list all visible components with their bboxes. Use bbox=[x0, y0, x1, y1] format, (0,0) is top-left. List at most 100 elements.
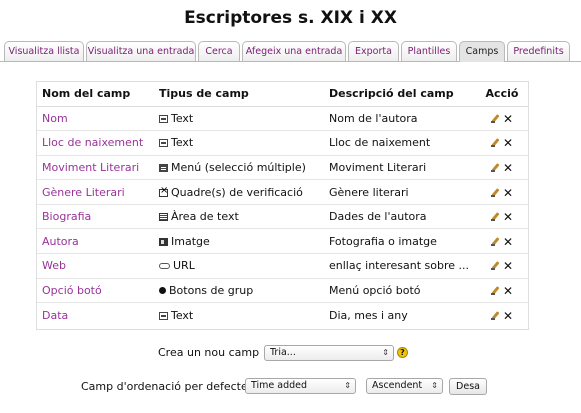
field-type: Imatge bbox=[154, 228, 324, 255]
field-actions: ✕ bbox=[476, 179, 528, 205]
field-actions: ✕ bbox=[476, 253, 528, 279]
field-type: Botons de grup bbox=[154, 278, 324, 304]
tab-view-single[interactable]: Visualitza una entrada bbox=[86, 41, 196, 61]
create-field-label: Crea un nou camp bbox=[158, 346, 260, 359]
edit-icon[interactable] bbox=[490, 163, 500, 172]
field-name-link[interactable]: Data bbox=[37, 303, 154, 328]
chevron-updown-icon: ⇕ bbox=[344, 381, 351, 390]
tab-templates[interactable]: Plantilles bbox=[401, 41, 457, 61]
field-actions: ✕ bbox=[476, 130, 528, 156]
edit-icon[interactable] bbox=[490, 212, 500, 222]
field-type: Text bbox=[154, 130, 324, 156]
delete-icon[interactable]: ✕ bbox=[503, 236, 513, 248]
field-type-label: Text bbox=[171, 136, 194, 150]
field-description: Menú opció botó bbox=[324, 278, 476, 304]
edit-icon[interactable] bbox=[490, 188, 500, 197]
field-name-link[interactable]: Biografia bbox=[37, 204, 154, 230]
image-icon bbox=[159, 237, 168, 246]
delete-icon[interactable]: ✕ bbox=[503, 310, 513, 322]
checkbox-icon bbox=[159, 185, 168, 197]
field-type-label: Text bbox=[171, 308, 194, 322]
field-description: enllaç interesant sobre ... bbox=[324, 253, 476, 279]
delete-icon[interactable]: ✕ bbox=[503, 285, 513, 297]
textarea-icon bbox=[159, 213, 168, 222]
menu-icon bbox=[159, 163, 168, 172]
field-name-link[interactable]: Autora bbox=[37, 228, 154, 255]
edit-icon[interactable] bbox=[490, 261, 500, 271]
field-type-label: Àrea de text bbox=[171, 210, 239, 224]
field-name-link[interactable]: Lloc de naixement bbox=[37, 130, 154, 156]
fields-table: Nom del camp Tipus de camp Descripció de… bbox=[36, 81, 529, 330]
create-field-select-value: Tria... bbox=[270, 347, 296, 358]
field-type-label: Botons de grup bbox=[169, 283, 254, 297]
field-type-label: Quadre(s) de verificació bbox=[171, 185, 303, 199]
field-description: Moviment Literari bbox=[324, 155, 476, 181]
edit-icon[interactable] bbox=[490, 237, 500, 246]
field-type: Menú (selecció múltiple) bbox=[154, 155, 324, 181]
field-name-link[interactable]: Moviment Literari bbox=[37, 155, 154, 181]
delete-icon[interactable]: ✕ bbox=[503, 211, 513, 223]
tab-bar: Visualitza llista Visualitza una entrada… bbox=[0, 41, 581, 62]
field-description: Fotografia o imatge bbox=[324, 228, 476, 255]
edit-icon[interactable] bbox=[490, 114, 500, 123]
table-row: Moviment Literari Menú (selecció múltipl… bbox=[37, 155, 528, 181]
delete-icon[interactable]: ✕ bbox=[503, 113, 513, 125]
header-field-name: Nom del camp bbox=[37, 82, 154, 107]
header-action: Acció bbox=[476, 82, 528, 107]
field-type: Quadre(s) de verificació bbox=[154, 179, 324, 205]
table-row: Gènere Literari Quadre(s) de verificació… bbox=[37, 179, 528, 205]
field-type: URL bbox=[154, 253, 324, 279]
table-row: Data Text Dia, mes i any ✕ bbox=[37, 303, 528, 328]
delete-icon[interactable]: ✕ bbox=[503, 187, 513, 199]
field-name-link[interactable]: Web bbox=[37, 253, 154, 279]
field-name-link[interactable]: Nom bbox=[37, 106, 154, 132]
field-actions: ✕ bbox=[476, 228, 528, 255]
edit-icon[interactable] bbox=[490, 286, 500, 295]
delete-icon[interactable]: ✕ bbox=[503, 162, 513, 174]
field-description: Dia, mes i any bbox=[329, 308, 408, 322]
field-description: Dades de l'autora bbox=[324, 204, 476, 230]
field-type: Text bbox=[154, 106, 324, 132]
field-actions: ✕ bbox=[476, 106, 528, 132]
field-type: Text bbox=[154, 303, 324, 328]
table-row: Nom Text Nom de l'autora ✕ bbox=[37, 106, 528, 132]
edit-icon[interactable] bbox=[490, 311, 500, 320]
table-row: Lloc de naixement Text Lloc de naixement… bbox=[37, 130, 528, 156]
text-icon bbox=[159, 311, 168, 320]
sort-field-select-value: Time added bbox=[251, 380, 308, 391]
field-description: Gènere literari bbox=[324, 179, 476, 205]
table-row: Opció botó Botons de grup Menú opció bot… bbox=[37, 278, 528, 304]
table-header-row: Nom del camp Tipus de camp Descripció de… bbox=[37, 82, 528, 107]
table-row: Web URL enllaç interesant sobre ... ✕ bbox=[37, 253, 528, 279]
tab-view-list[interactable]: Visualitza llista bbox=[4, 41, 84, 61]
tab-presets[interactable]: Predefinits bbox=[507, 41, 570, 61]
field-type-label: Menú (selecció múltiple) bbox=[171, 160, 306, 174]
page-title: Escriptores s. XIX i XX bbox=[184, 8, 397, 28]
field-name-link[interactable]: Opció botó bbox=[37, 278, 154, 304]
tab-add-entry[interactable]: Afegeix una entrada bbox=[242, 41, 346, 61]
field-type-label: Text bbox=[171, 111, 194, 125]
sort-field-select[interactable]: Time added ⇕ bbox=[245, 378, 356, 394]
create-field-select[interactable]: Tria... ⇕ bbox=[264, 345, 394, 361]
field-description: Nom de l'autora bbox=[324, 106, 476, 132]
save-button[interactable]: Desa bbox=[449, 378, 487, 395]
tab-fields[interactable]: Camps bbox=[459, 41, 505, 62]
help-icon[interactable]: ? bbox=[397, 347, 408, 358]
sort-order-select-value: Ascendent bbox=[372, 380, 423, 391]
tab-export[interactable]: Exporta bbox=[348, 41, 399, 61]
field-name-link[interactable]: Gènere Literari bbox=[37, 179, 154, 205]
tab-search[interactable]: Cerca bbox=[198, 41, 240, 61]
field-description: Lloc de naixement bbox=[324, 130, 476, 156]
field-type-label: Imatge bbox=[171, 234, 210, 248]
table-row: Autora Imatge Fotografia o imatge ✕ bbox=[37, 228, 528, 255]
radio-icon bbox=[159, 286, 166, 294]
header-field-type: Tipus de camp bbox=[154, 82, 324, 107]
field-type: Àrea de text bbox=[154, 204, 324, 230]
chevron-updown-icon: ⇕ bbox=[382, 348, 389, 357]
edit-icon[interactable] bbox=[490, 138, 500, 148]
delete-icon[interactable]: ✕ bbox=[503, 260, 513, 272]
delete-icon[interactable]: ✕ bbox=[503, 137, 513, 149]
field-type-label: URL bbox=[173, 259, 195, 273]
text-icon bbox=[159, 139, 168, 148]
sort-order-select[interactable]: Ascendent ⇕ bbox=[366, 378, 443, 394]
